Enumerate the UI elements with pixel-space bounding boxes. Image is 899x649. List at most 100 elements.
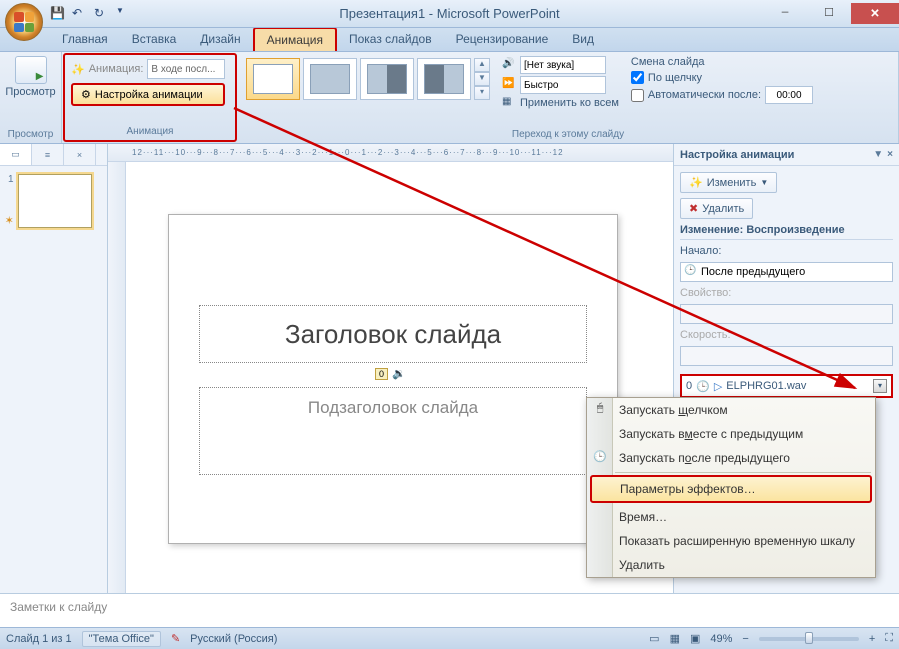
taskpane-close-icon[interactable]: × bbox=[887, 149, 893, 160]
clock-icon: 🕒 bbox=[696, 380, 710, 393]
transition-thumb[interactable] bbox=[360, 58, 414, 100]
slide-indicator: Слайд 1 из 1 bbox=[6, 633, 72, 645]
tab-view[interactable]: Вид bbox=[560, 28, 606, 51]
group-animation-label: Анимация bbox=[71, 124, 229, 138]
subtitle-placeholder[interactable]: Подзаголовок слайда bbox=[199, 387, 587, 475]
property-label: Свойство: bbox=[680, 287, 893, 299]
animate-select[interactable] bbox=[147, 59, 225, 79]
apply-all-icon: ▦ bbox=[502, 96, 516, 110]
taskpane-dropdown-icon[interactable]: ▼ bbox=[873, 149, 883, 160]
mouse-icon: 🖱 bbox=[592, 402, 608, 418]
transition-sound-select[interactable] bbox=[520, 56, 606, 74]
tab-slideshow[interactable]: Показ слайдов bbox=[337, 28, 444, 51]
quick-access-toolbar: 💾 ↶ ↻ ▼ bbox=[50, 6, 132, 22]
effect-dropdown-button[interactable]: ▾ bbox=[873, 379, 887, 393]
modify-section-label: Изменение: Воспроизведение bbox=[680, 224, 893, 240]
effect-order-badge: 0 bbox=[375, 368, 388, 380]
ctx-remove[interactable]: Удалить bbox=[587, 553, 875, 577]
tab-insert[interactable]: Вставка bbox=[120, 28, 189, 51]
clock-icon: 🕒 bbox=[592, 450, 608, 466]
tab-review[interactable]: Рецензирование bbox=[444, 28, 561, 51]
undo-icon[interactable]: ↶ bbox=[72, 6, 88, 22]
notes-pane[interactable]: Заметки к слайду bbox=[0, 593, 899, 627]
ribbon: Просмотр Просмотр ✨ Анимация: ⚙ Настройк… bbox=[0, 52, 899, 144]
maximize-button[interactable]: ☐ bbox=[807, 3, 851, 23]
save-icon[interactable]: 💾 bbox=[50, 6, 66, 22]
preview-button[interactable]: Просмотр bbox=[8, 56, 54, 98]
advance-title: Смена слайда bbox=[631, 56, 813, 68]
tab-home[interactable]: Главная bbox=[50, 28, 120, 51]
sound-icon: 🔊 bbox=[502, 58, 516, 72]
zoom-slider[interactable] bbox=[759, 637, 859, 641]
auto-after-time[interactable] bbox=[765, 86, 813, 104]
zoom-out-button[interactable]: − bbox=[742, 633, 748, 645]
clock-icon: 🕒 bbox=[684, 265, 696, 276]
speed-icon: ⏩ bbox=[502, 78, 516, 92]
theme-indicator[interactable]: "Тема Office" bbox=[82, 631, 161, 647]
tab-animation[interactable]: Анимация bbox=[253, 27, 337, 51]
ctx-start-on-click[interactable]: 🖱Запускать щелчком bbox=[587, 398, 875, 422]
change-effect-button[interactable]: ✨Изменить ▼ bbox=[680, 172, 777, 193]
animate-icon: ✨ bbox=[71, 63, 85, 76]
delete-icon: ✖ bbox=[689, 202, 698, 215]
speaker-icon[interactable]: 🔉 bbox=[392, 367, 406, 380]
group-preview-label: Просмотр bbox=[6, 127, 55, 141]
slides-panel: ▭ ≡ × 1 ✶ bbox=[0, 144, 108, 593]
ribbon-tabs: Главная Вставка Дизайн Анимация Показ сл… bbox=[0, 28, 899, 52]
redo-icon[interactable]: ↻ bbox=[94, 6, 110, 22]
speed-select bbox=[680, 346, 893, 366]
custom-animation-button[interactable]: ⚙ Настройка анимации bbox=[71, 83, 225, 106]
play-icon: ▷ bbox=[714, 380, 722, 393]
start-select[interactable] bbox=[680, 262, 893, 282]
ruler-vertical bbox=[108, 162, 126, 593]
close-button[interactable]: ✕ bbox=[851, 3, 899, 24]
gallery-more[interactable]: ▲▼▾ bbox=[474, 58, 490, 100]
office-button[interactable] bbox=[5, 3, 43, 41]
normal-view-icon[interactable]: ▭ bbox=[649, 632, 659, 645]
ruler-horizontal: 12···11···10···9···8···7···6···5···4···3… bbox=[108, 144, 673, 162]
group-transition-label: Переход к этому слайду bbox=[244, 127, 892, 141]
minimize-button[interactable]: — bbox=[763, 3, 807, 23]
zoom-in-button[interactable]: + bbox=[869, 633, 875, 645]
qat-more-icon[interactable]: ▼ bbox=[116, 6, 132, 22]
apply-to-all-button[interactable]: ▦Применить ко всем bbox=[502, 96, 619, 110]
ctx-effect-options[interactable]: Параметры эффектов… bbox=[590, 475, 872, 503]
ctx-start-after-previous[interactable]: 🕒Запускать после предыдущего bbox=[587, 446, 875, 470]
panel-close[interactable]: × bbox=[64, 144, 96, 165]
slide-thumbnail[interactable]: 1 ✶ bbox=[8, 174, 99, 228]
window-title: Презентация1 - Microsoft PowerPoint bbox=[339, 6, 559, 21]
slideshow-view-icon[interactable]: ▣ bbox=[690, 632, 700, 645]
transition-speed-select[interactable] bbox=[520, 76, 606, 94]
status-bar: Слайд 1 из 1 "Тема Office" ✎ Русский (Ро… bbox=[0, 627, 899, 649]
animation-star-icon: ✶ bbox=[5, 214, 14, 227]
animate-label: Анимация: bbox=[89, 63, 144, 75]
delete-effect-button[interactable]: ✖Удалить bbox=[680, 198, 753, 219]
ctx-show-timeline[interactable]: Показать расширенную временную шкалу bbox=[587, 529, 875, 553]
slides-tab[interactable]: ▭ bbox=[0, 144, 32, 165]
transition-gallery[interactable]: ▲▼▾ bbox=[244, 56, 492, 102]
title-placeholder[interactable]: Заголовок слайда bbox=[199, 305, 587, 363]
fit-button[interactable]: ⛶ bbox=[885, 632, 893, 645]
on-click-checkbox[interactable]: По щелчку bbox=[631, 71, 813, 84]
transition-none[interactable] bbox=[246, 58, 300, 100]
gear-icon: ⚙ bbox=[81, 88, 91, 101]
property-select bbox=[680, 304, 893, 324]
auto-after-checkbox[interactable]: Автоматически после: bbox=[631, 86, 813, 104]
slide-canvas[interactable]: Заголовок слайда 0 🔉 Подзаголовок слайда bbox=[168, 214, 618, 544]
outline-tab[interactable]: ≡ bbox=[32, 144, 64, 165]
ctx-timing[interactable]: Время… bbox=[587, 505, 875, 529]
transition-thumb[interactable] bbox=[303, 58, 357, 100]
preview-icon bbox=[15, 56, 47, 84]
speed-label: Скорость: bbox=[680, 329, 893, 341]
zoom-value[interactable]: 49% bbox=[710, 633, 732, 645]
ctx-start-with-previous[interactable]: Запускать вместе с предыдущим bbox=[587, 422, 875, 446]
language-indicator[interactable]: Русский (Россия) bbox=[190, 633, 277, 645]
effect-list-item[interactable]: 0 🕒 ▷ ELPHRG01.wav ▾ bbox=[680, 374, 893, 398]
transition-thumb[interactable] bbox=[417, 58, 471, 100]
sorter-view-icon[interactable]: ▦ bbox=[670, 632, 680, 645]
star-icon: ✨ bbox=[689, 176, 703, 189]
tab-design[interactable]: Дизайн bbox=[188, 28, 252, 51]
start-label: Начало: bbox=[680, 245, 893, 257]
spellcheck-icon[interactable]: ✎ bbox=[171, 632, 180, 645]
taskpane-title: Настройка анимации bbox=[680, 149, 794, 161]
